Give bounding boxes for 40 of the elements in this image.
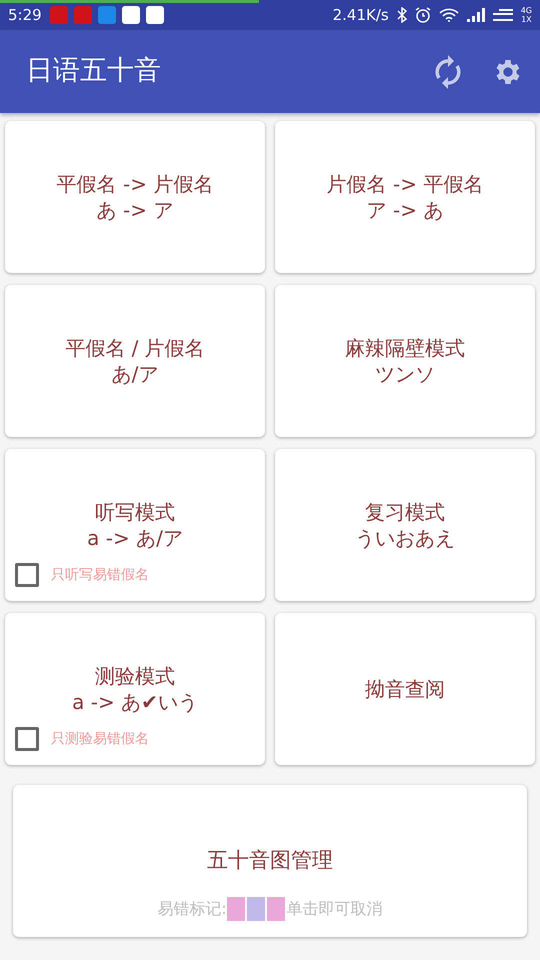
card-text: 测验模式	[94, 663, 175, 689]
checkbox[interactable]	[15, 563, 39, 587]
card-text: 麻辣隔壁模式	[345, 335, 465, 361]
card-text: a -> あ/ア	[87, 525, 183, 551]
card-text: あ/ア	[112, 361, 158, 387]
card-text: 平假名 -> 片假名	[56, 171, 214, 197]
alarm-icon	[414, 7, 431, 23]
mode-card[interactable]: 片假名 -> 平假名 ア -> あ	[275, 121, 535, 273]
card-text: 拗音查阅	[365, 676, 445, 702]
status-time: 5:29	[8, 4, 42, 26]
mode-card[interactable]: 平假名 -> 片假名 あ -> ア	[5, 121, 265, 273]
mode-card[interactable]: 听写模式 a -> あ/ア 只听写易错假名	[5, 449, 265, 601]
network-speed: 2.41K/s	[332, 4, 389, 26]
card-text: ツンソ	[375, 361, 435, 387]
card-text: 片假名 -> 平假名	[326, 171, 484, 197]
app-title: 日语五十音	[26, 54, 161, 88]
mode-card[interactable]: 拗音查阅	[275, 613, 535, 765]
checkbox-label: 只测验易错假名	[51, 730, 149, 748]
checkbox-label: 只听写易错假名	[51, 566, 149, 584]
legend-label: 易错标记:	[157, 898, 227, 920]
network-type: 4G	[520, 6, 532, 15]
mode-card[interactable]: 麻辣隔壁模式 ツンソ	[275, 285, 535, 437]
card-text: ういおあえ	[355, 525, 455, 551]
mode-card[interactable]: 测验模式 a -> あ✔いう 只测验易错假名	[5, 613, 265, 765]
mode-card[interactable]: 复习模式 ういおあえ	[275, 449, 535, 601]
manage-card[interactable]: 五十音图管理 易错标记: 单击即可取消	[13, 785, 527, 937]
mode-card[interactable]: 平假名 / 片假名 あ/ア	[5, 285, 265, 437]
checkbox[interactable]	[15, 727, 39, 751]
card-text: a -> あ✔いう	[72, 689, 198, 715]
legend-hint: 单击即可取消	[286, 898, 383, 920]
bluetooth-icon	[396, 7, 407, 23]
refresh-icon[interactable]	[434, 54, 462, 88]
wifi-icon	[438, 8, 459, 22]
card-text: あ -> ア	[96, 197, 174, 223]
card-text: 听写模式	[95, 499, 175, 525]
card-text: 复习模式	[365, 499, 445, 525]
card-text: ア -> あ	[366, 197, 444, 223]
card-text: 五十音图管理	[207, 847, 333, 874]
card-text: 平假名 / 片假名	[65, 335, 205, 361]
network-type: 1X	[521, 15, 532, 24]
